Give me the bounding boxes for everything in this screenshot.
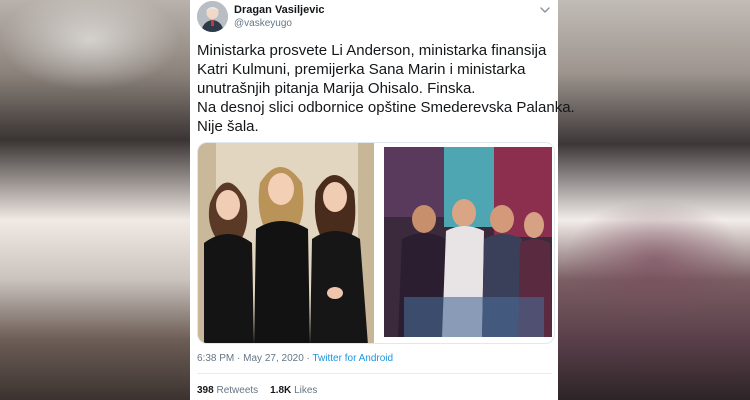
tweet-date[interactable]: May 27, 2020 xyxy=(243,353,304,364)
likes-label: Likes xyxy=(294,385,318,396)
background-blur-right xyxy=(555,0,750,400)
author-name[interactable]: Dragan Vasiljevic xyxy=(234,4,325,16)
divider xyxy=(197,373,552,374)
tweet-source-link[interactable]: Twitter for Android xyxy=(313,353,394,364)
meta-separator: · xyxy=(237,353,241,364)
author-handle[interactable]: @vaskeyugo xyxy=(234,18,292,29)
photo-left[interactable] xyxy=(198,143,374,343)
tweet-text: Ministarka prosvete Li Anderson, minista… xyxy=(197,41,575,136)
tweet-text-line: Ministarka prosvete Li Anderson, minista… xyxy=(197,42,547,59)
retweets-label: Retweets xyxy=(216,385,259,396)
retweets-count: 398 xyxy=(197,385,214,396)
chevron-down-icon[interactable] xyxy=(538,3,552,17)
meta-separator: · xyxy=(306,353,310,364)
background-blur-left xyxy=(0,0,190,400)
tweet-text-line: Na desnoj slici odbornice opštine Smeder… xyxy=(197,99,575,116)
retweets-stat[interactable]: 398 Retweets xyxy=(197,385,258,396)
tweet-meta: 6:38 PM · May 27, 2020 · Twitter for And… xyxy=(197,353,393,364)
tweet-text-line: Katri Kulmuni, premijerka Sana Marin i m… xyxy=(197,61,526,78)
tweet-text-line: Nije šala. xyxy=(197,118,259,135)
photo-right[interactable] xyxy=(376,143,554,343)
avatar[interactable] xyxy=(197,1,228,32)
tweet-time[interactable]: 6:38 PM xyxy=(197,353,234,364)
likes-count: 1.8K xyxy=(270,385,292,396)
photo-right-image xyxy=(384,147,552,337)
tweet-text-line: unutrašnjih pitanja Marija Ohisalo. Fins… xyxy=(197,80,476,97)
tweet-stats: 398 Retweets 1.8K Likes xyxy=(197,385,317,396)
tweet-media[interactable] xyxy=(197,142,555,344)
likes-stat[interactable]: 1.8K Likes xyxy=(270,385,317,396)
tweet-card: Dragan Vasiljevic @vaskeyugo Ministarka … xyxy=(190,0,575,400)
